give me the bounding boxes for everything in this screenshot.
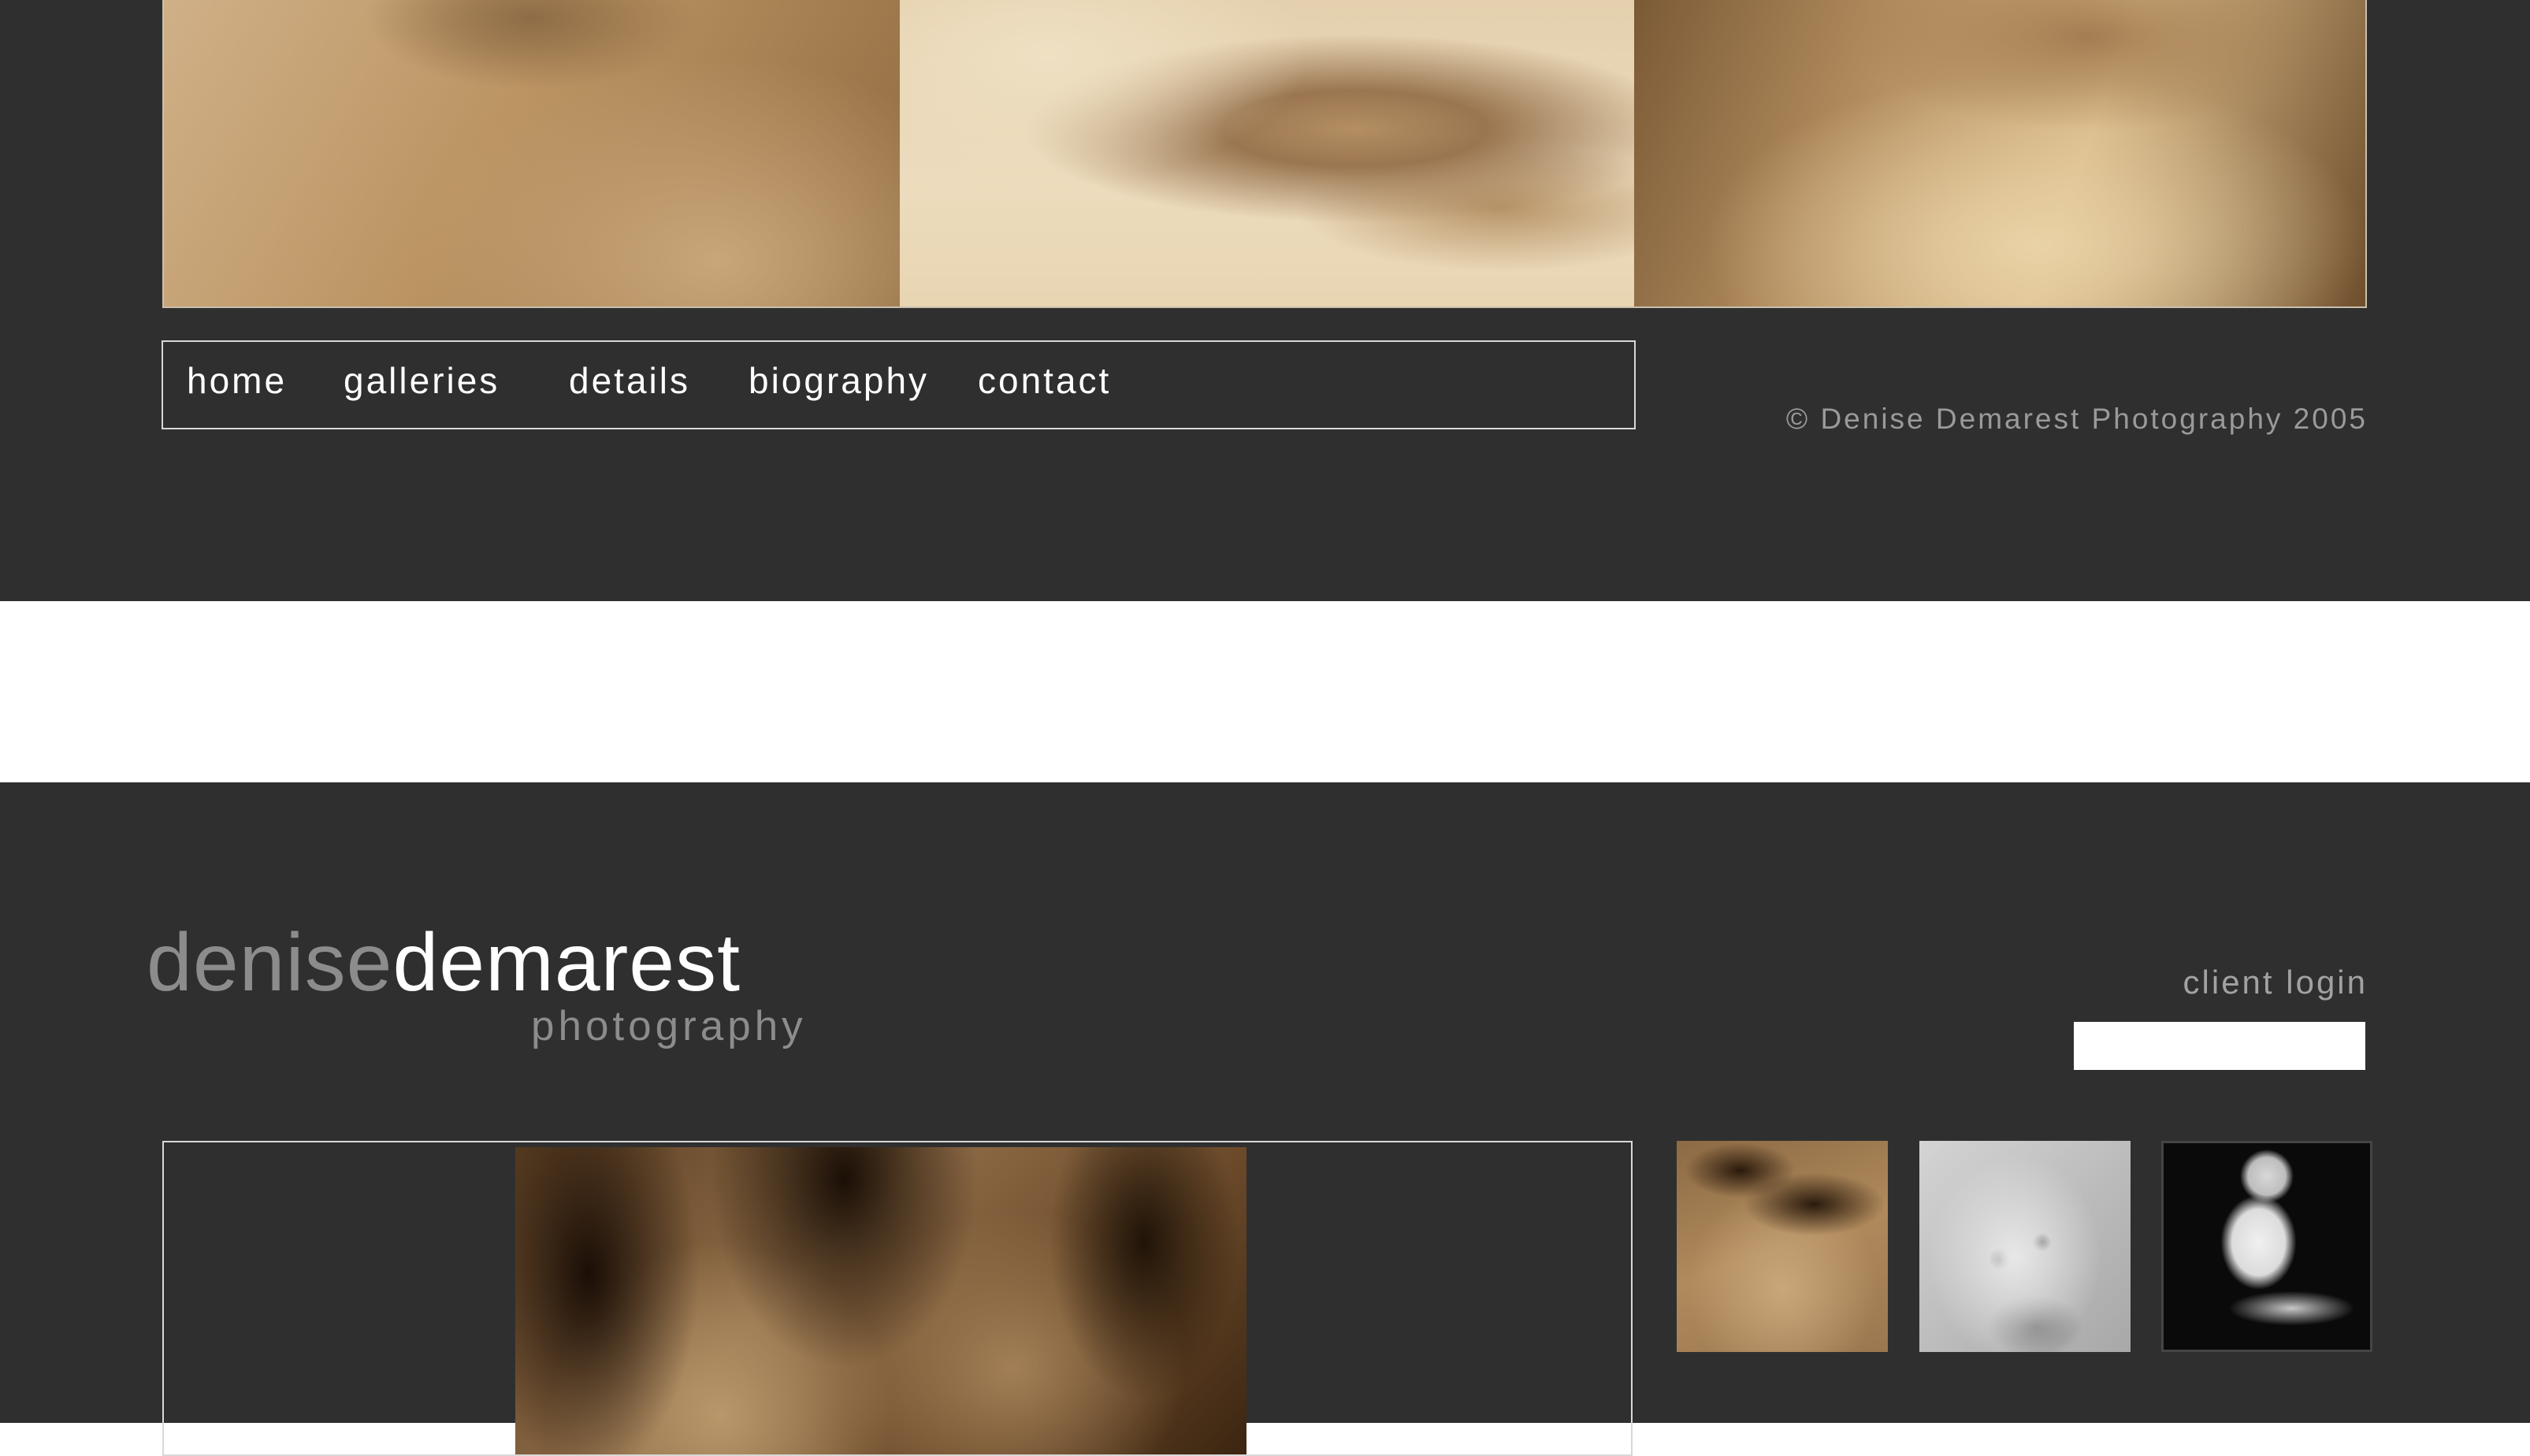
- banner-photo-chin: [164, 0, 900, 306]
- client-login-input[interactable]: [2074, 1022, 2365, 1070]
- main-navigation: home galleries details biography contact: [162, 340, 1636, 429]
- featured-photo: [515, 1147, 1246, 1454]
- top-page-panel: home galleries details biography contact…: [0, 0, 2530, 601]
- thumbnail-seated-baby[interactable]: [2161, 1141, 2372, 1352]
- site-logo[interactable]: denisedemarest photography: [147, 922, 803, 1047]
- nav-link-biography[interactable]: biography: [749, 362, 929, 399]
- featured-photo-frame: [162, 1141, 1633, 1456]
- banner-photo-face: [1634, 0, 2365, 306]
- copyright-notice: © Denise Demarest Photography 2005: [1785, 403, 2368, 435]
- thumbnail-baby-portrait[interactable]: [1919, 1141, 2131, 1352]
- nav-link-details[interactable]: details: [569, 362, 690, 399]
- logo-wordmark: denisedemarest: [147, 922, 741, 1004]
- logo-first-name: denise: [147, 917, 393, 1008]
- banner-photo-sleeping-baby: [900, 0, 1634, 306]
- logo-last-name: demarest: [392, 917, 741, 1008]
- thumbnail-sepia-face[interactable]: [1677, 1141, 1888, 1352]
- nav-link-home[interactable]: home: [187, 362, 287, 399]
- nav-link-galleries[interactable]: galleries: [344, 362, 500, 399]
- client-login-label: client login: [2183, 964, 2368, 1001]
- banner-photo-strip: [162, 0, 2367, 308]
- nav-link-contact[interactable]: contact: [978, 362, 1111, 399]
- logo-subtitle: photography: [531, 1003, 807, 1049]
